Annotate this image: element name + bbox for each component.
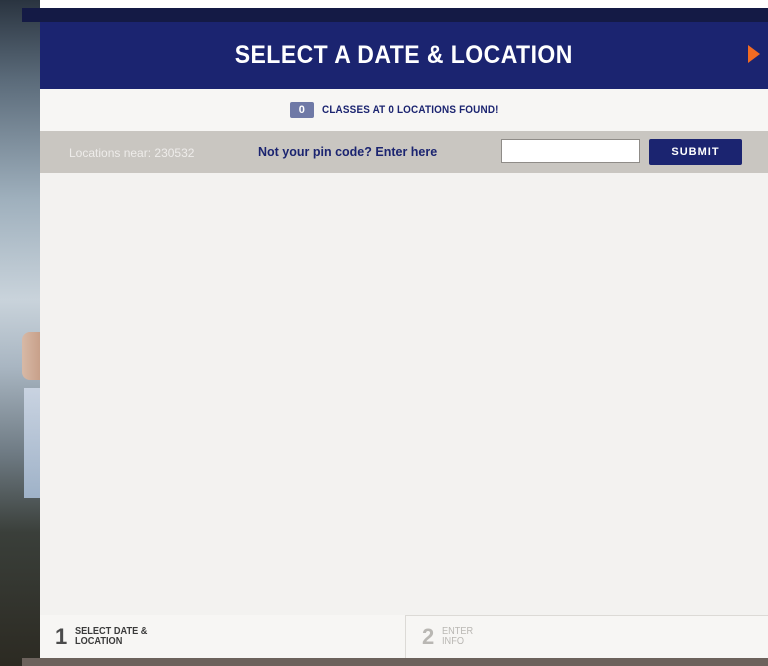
arrow-right-icon[interactable] [748, 45, 760, 63]
background-shirt [24, 388, 40, 498]
locations-near-label: Locations near: 230532 [69, 146, 195, 160]
results-list [40, 173, 768, 615]
submit-button[interactable]: SUBMIT [649, 139, 742, 165]
location-search-bar: Locations near: 230532 Not your pin code… [40, 131, 768, 173]
background-person [22, 332, 40, 380]
page-title: SELECT A DATE & LOCATION [234, 41, 574, 69]
results-count-badge: 0 [289, 102, 314, 118]
bottom-strip [22, 658, 768, 666]
pin-code-prompt: Not your pin code? Enter here [258, 145, 438, 159]
panel-header: SELECT A DATE & LOCATION [40, 22, 768, 89]
step-number: 1 [55, 623, 68, 649]
booking-panel: SELECT A DATE & LOCATION 0 CLASSES AT 0 … [40, 22, 768, 662]
step-enter-info[interactable]: 2 ENTER INFO [405, 615, 768, 658]
pin-code-input[interactable] [501, 139, 640, 163]
top-bar [22, 8, 768, 22]
step-label: ENTER INFO [442, 626, 474, 647]
results-summary: 0 CLASSES AT 0 LOCATIONS FOUND! [40, 89, 768, 131]
step-number: 2 [422, 624, 435, 649]
step-label: SELECT DATE & LOCATION [75, 625, 148, 647]
step-progress: 1 SELECT DATE & LOCATION 2 ENTER INFO [40, 615, 768, 658]
results-text: CLASSES AT 0 LOCATIONS FOUND! [321, 104, 499, 116]
step-select-date-location[interactable]: 1 SELECT DATE & LOCATION [40, 615, 405, 658]
background-photo [0, 0, 40, 666]
